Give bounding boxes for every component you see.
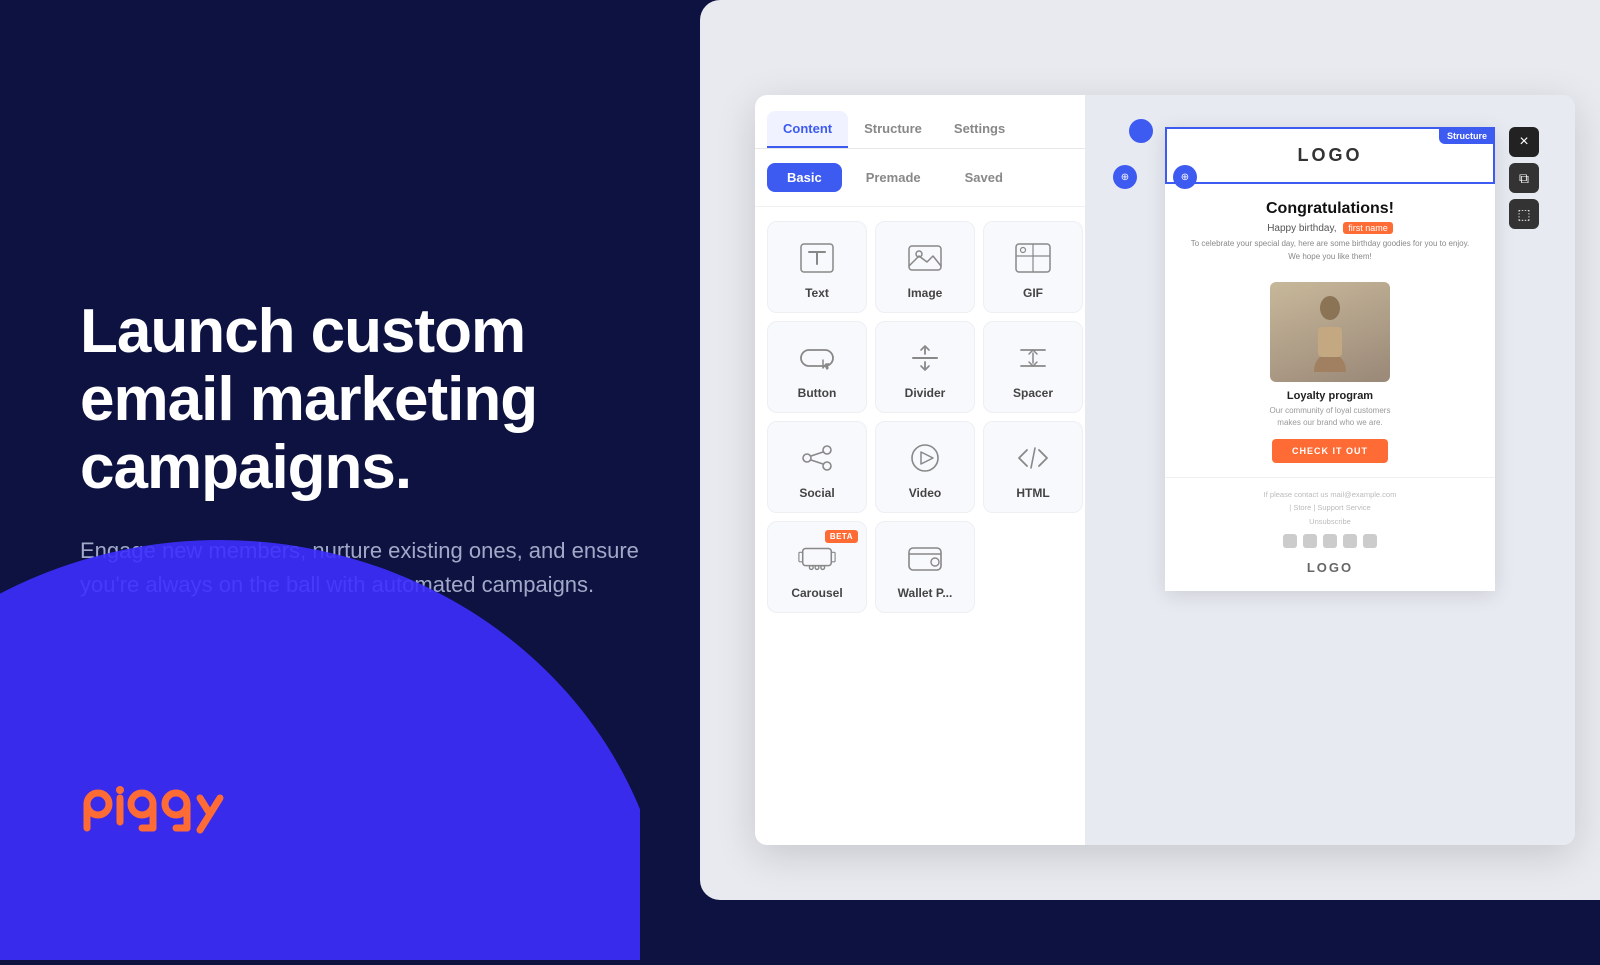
email-canvas: ⊕ ⊕ × ⧉ ⬚ LOGO Structure Congratulations… (1085, 95, 1575, 845)
gif-icon (1013, 238, 1053, 278)
social-icon-ig (1303, 534, 1317, 548)
email-logo: LOGO (1298, 145, 1363, 165)
element-gif[interactable]: GIF (983, 221, 1083, 313)
spacer-icon (1013, 338, 1053, 378)
footer-logo: LOGO (1181, 554, 1479, 581)
wallet-label: Wallet P... (898, 586, 953, 600)
email-product-section: Loyalty program Our community of loyal c… (1165, 274, 1495, 477)
elements-grid: Text Image (755, 207, 1095, 627)
carousel-icon (797, 538, 837, 578)
email-footer: If please contact us mail@example.com| S… (1165, 477, 1495, 592)
action-buttons: × ⧉ ⬚ (1509, 127, 1539, 229)
duplicate-button[interactable]: ⬚ (1509, 199, 1539, 229)
filter-premade[interactable]: Premade (846, 163, 941, 192)
tab-content[interactable]: Content (767, 111, 848, 148)
filter-tabs: Basic Premade Saved (755, 149, 1095, 207)
add-section-button[interactable] (1129, 119, 1153, 143)
piggy-logo (80, 777, 260, 852)
element-spacer[interactable]: Spacer (983, 321, 1083, 413)
content-panel: Content Structure Settings Basic Premade… (755, 95, 1095, 845)
image-icon (905, 238, 945, 278)
product-name: Loyalty program (1287, 390, 1373, 402)
congrats-title: Congratulations! (1185, 200, 1475, 218)
structure-label[interactable]: Structure (1439, 128, 1495, 144)
social-icon-yt (1323, 534, 1337, 548)
element-html[interactable]: HTML (983, 421, 1083, 513)
button-icon (797, 338, 837, 378)
close-button[interactable]: × (1509, 127, 1539, 157)
element-carousel[interactable]: BETA Carousel (767, 521, 867, 613)
carousel-label: Carousel (791, 586, 842, 600)
email-logo-section: LOGO Structure (1165, 127, 1495, 184)
html-icon (1013, 438, 1053, 478)
social-label: Social (799, 486, 834, 500)
text-label: Text (805, 286, 829, 300)
html-label: HTML (1016, 486, 1049, 500)
text-icon (797, 238, 837, 278)
wallet-icon (905, 538, 945, 578)
subtitle-prefix: Happy birthday, (1267, 223, 1336, 234)
cta-button[interactable]: CHECK IT OUT (1272, 439, 1388, 463)
video-icon (905, 438, 945, 478)
video-label: Video (909, 486, 941, 500)
move-handle-left[interactable]: ⊕ (1113, 165, 1137, 189)
tab-settings[interactable]: Settings (938, 111, 1021, 148)
beta-badge: BETA (825, 530, 858, 543)
social-icon (797, 438, 837, 478)
element-button[interactable]: Button (767, 321, 867, 413)
email-congrats-section: Congratulations! Happy birthday, first n… (1165, 184, 1495, 274)
spacer-label: Spacer (1013, 386, 1053, 400)
congrats-body: To celebrate your special day, here are … (1185, 238, 1475, 264)
social-icon-dc (1363, 534, 1377, 548)
button-label: Button (798, 386, 837, 400)
element-divider[interactable]: Divider (875, 321, 975, 413)
filter-basic[interactable]: Basic (767, 163, 842, 192)
right-panel: Content Structure Settings Basic Premade… (700, 0, 1600, 900)
editor-container: Content Structure Settings Basic Premade… (755, 95, 1575, 845)
copy-button[interactable]: ⧉ (1509, 163, 1539, 193)
tab-structure[interactable]: Structure (848, 111, 938, 148)
arc-decoration (0, 460, 640, 960)
product-desc: Our community of loyal customersmakes ou… (1270, 405, 1391, 429)
divider-label: Divider (905, 386, 946, 400)
congrats-subtitle: Happy birthday, first name (1185, 223, 1475, 234)
footer-text: If please contact us mail@example.com| S… (1181, 488, 1479, 529)
highlight-name: first name (1343, 222, 1393, 234)
image-label: Image (908, 286, 943, 300)
element-video[interactable]: Video (875, 421, 975, 513)
panel-tabs: Content Structure Settings (755, 95, 1095, 149)
footer-social (1181, 534, 1479, 548)
element-text[interactable]: Text (767, 221, 867, 313)
element-image[interactable]: Image (875, 221, 975, 313)
product-image (1270, 282, 1390, 382)
social-icon-tk (1343, 534, 1357, 548)
element-social[interactable]: Social (767, 421, 867, 513)
divider-icon (905, 338, 945, 378)
filter-saved[interactable]: Saved (945, 163, 1023, 192)
social-icon-tw (1283, 534, 1297, 548)
move-handle-right[interactable]: ⊕ (1173, 165, 1197, 189)
left-panel: Launch custom email marketing campaigns.… (0, 0, 720, 900)
gif-label: GIF (1023, 286, 1043, 300)
email-frame: × ⧉ ⬚ LOGO Structure Congratulations! Ha… (1165, 127, 1495, 591)
element-wallet[interactable]: Wallet P... (875, 521, 975, 613)
